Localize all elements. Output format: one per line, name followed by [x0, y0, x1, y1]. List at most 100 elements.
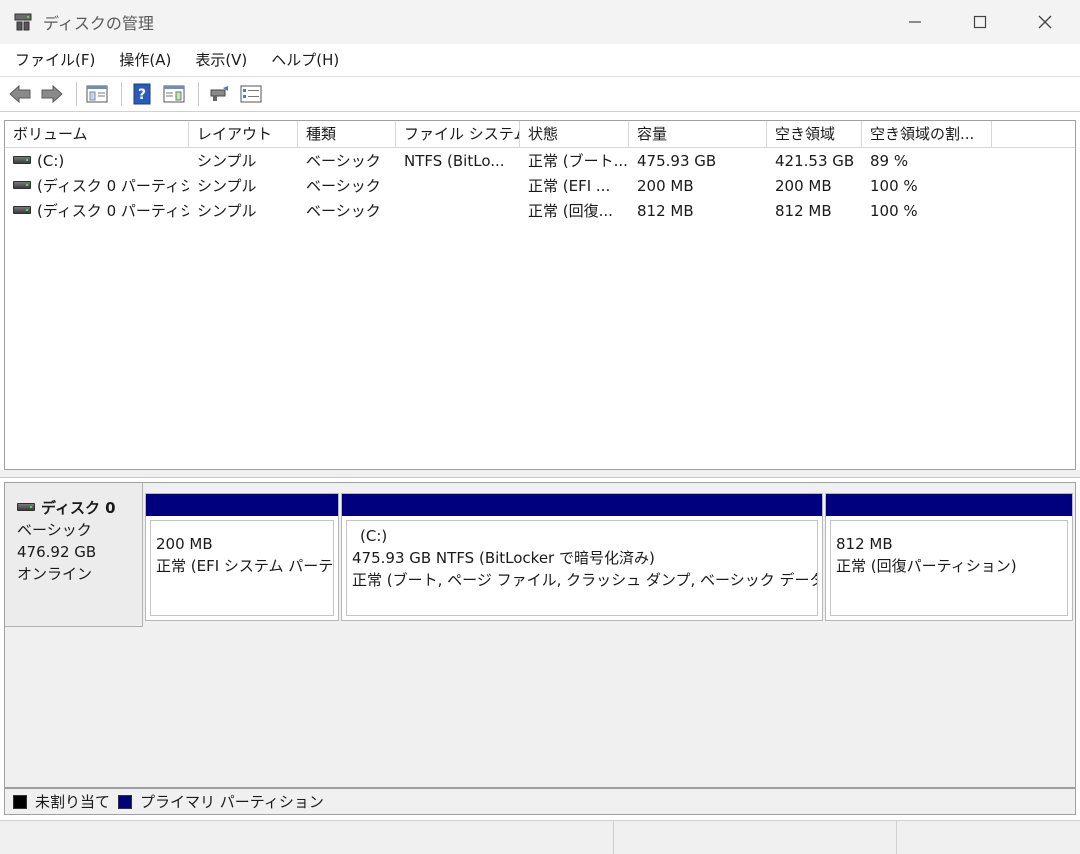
toolbar: ?	[0, 76, 1080, 112]
close-button[interactable]	[1012, 0, 1078, 44]
legend-label-primary: プライマリ パーティション	[140, 793, 324, 811]
cell-percent-free: 89 %	[870, 152, 909, 170]
partition-details: 812 MB 正常 (回復パーティション)	[830, 520, 1068, 616]
cell-volume: (C:)	[5, 149, 189, 174]
column-free-space[interactable]: 空き領域	[767, 121, 862, 147]
help-button[interactable]: ?	[128, 80, 156, 108]
minimize-button[interactable]	[882, 0, 948, 44]
partition-status: 正常 (回復パーティション)	[836, 557, 1017, 575]
properties-button[interactable]	[237, 80, 265, 108]
cell-free-space: 812 MB	[775, 202, 832, 220]
disk-status: オンライン	[17, 565, 93, 583]
partition-size: 812 MB	[836, 535, 893, 553]
legend: 未割り当て プライマリ パーティション	[4, 788, 1076, 815]
status-bar-separator	[896, 821, 897, 854]
status-bar	[0, 820, 1080, 854]
table-row[interactable]: (ディスク 0 パーティシ... シンプル ベーシック 正常 (EFI ... …	[5, 174, 1075, 199]
disk-size: 476.92 GB	[17, 543, 97, 561]
column-layout[interactable]: レイアウト	[189, 121, 298, 147]
forward-button[interactable]	[38, 80, 66, 108]
column-status[interactable]: 状態	[520, 121, 629, 147]
cell-file-system	[396, 199, 520, 224]
maximize-icon	[973, 15, 987, 29]
toolbar-separator	[76, 82, 77, 106]
drive-icon	[17, 502, 35, 511]
properties-icon	[240, 85, 262, 103]
column-file-system[interactable]: ファイル システム	[396, 121, 520, 147]
volume-list: ボリューム レイアウト 種類 ファイル システム 状態 容量 空き領域 空き領域…	[4, 120, 1076, 470]
close-icon	[1038, 15, 1052, 29]
partition-recovery[interactable]: 812 MB 正常 (回復パーティション)	[825, 493, 1073, 621]
minimize-icon	[909, 21, 921, 23]
cell-volume: (ディスク 0 パーティシ...	[5, 174, 189, 199]
disk-management-icon	[13, 11, 35, 33]
show-hide-console-tree-button[interactable]	[83, 80, 111, 108]
disk-name: ディスク 0	[41, 499, 116, 517]
cell-layout: シンプル	[197, 202, 257, 220]
cell-file-system: NTFS (BitLo...	[404, 152, 505, 170]
cell-free-space: 421.53 GB	[775, 152, 855, 170]
partition-bar	[342, 494, 822, 516]
menu-view[interactable]: 表示(V)	[186, 44, 256, 76]
partition-size: 475.93 GB NTFS (BitLocker で暗号化済み)	[352, 549, 655, 567]
cell-capacity: 812 MB	[637, 202, 694, 220]
table-row[interactable]: (ディスク 0 パーティシ... シンプル ベーシック 正常 (回復... 81…	[5, 199, 1075, 224]
cell-status: 正常 (回復...	[528, 202, 613, 220]
back-button[interactable]	[6, 80, 34, 108]
maximize-button[interactable]	[947, 0, 1013, 44]
show-hide-action-pane-button[interactable]	[160, 80, 188, 108]
partition-bar	[826, 494, 1072, 516]
window-title: ディスクの管理	[43, 14, 154, 33]
partition-c[interactable]: (C:) 475.93 GB NTFS (BitLocker で暗号化済み) 正…	[341, 493, 823, 621]
legend-swatch-primary	[118, 794, 133, 809]
volume-name: (ディスク 0 パーティシ...	[37, 177, 189, 195]
forward-arrow-icon	[41, 84, 63, 104]
volume-list-header: ボリューム レイアウト 種類 ファイル システム 状態 容量 空き領域 空き領域…	[5, 121, 1075, 148]
partition-status: 正常 (ブート, ページ ファイル, クラッシュ ダンプ, ベーシック データ …	[352, 571, 817, 589]
partition-bar	[146, 494, 338, 516]
legend-label-unallocated: 未割り当て	[35, 793, 111, 811]
connect-icon	[210, 86, 228, 101]
cell-volume: (ディスク 0 パーティシ...	[5, 199, 189, 224]
partition-efi[interactable]: 200 MB 正常 (EFI システム パーティ	[145, 493, 339, 621]
cell-status: 正常 (ブート...	[528, 152, 628, 170]
partition-details: 200 MB 正常 (EFI システム パーティ	[150, 520, 334, 616]
menu-file[interactable]: ファイル(F)	[6, 44, 104, 76]
toolbar-separator	[198, 82, 199, 106]
disk-graphical-view: ディスク 0 ベーシック 476.92 GB オンライン 200 MB 正常 (…	[4, 482, 1076, 788]
menu-help[interactable]: ヘルプ(H)	[262, 44, 348, 76]
cell-type: ベーシック	[306, 202, 381, 220]
cell-percent-free: 100 %	[870, 202, 918, 220]
cell-layout: シンプル	[197, 177, 257, 195]
cell-free-space: 200 MB	[775, 177, 832, 195]
cell-type: ベーシック	[306, 177, 381, 195]
drive-icon	[13, 155, 31, 164]
volume-name: (C:)	[37, 152, 65, 170]
title-bar: ディスクの管理	[0, 0, 1080, 44]
toolbar-separator	[121, 82, 122, 106]
cell-percent-free: 100 %	[870, 177, 918, 195]
help-icon: ?	[133, 83, 151, 105]
cell-layout: シンプル	[197, 152, 257, 170]
menu-bar: ファイル(F) 操作(A) 表示(V) ヘルプ(H)	[0, 44, 1080, 76]
partition-status: 正常 (EFI システム パーティ	[156, 557, 334, 575]
column-capacity[interactable]: 容量	[629, 121, 767, 147]
menu-action[interactable]: 操作(A)	[110, 44, 180, 76]
console-tree-icon	[86, 85, 108, 103]
partition-size: 200 MB	[156, 535, 213, 553]
legend-swatch-unallocated	[13, 794, 27, 809]
pane-splitter[interactable]	[0, 470, 1080, 478]
properties-pane-icon	[163, 85, 185, 103]
volume-name: (ディスク 0 パーティシ...	[37, 202, 189, 220]
partition-title: (C:)	[360, 527, 388, 545]
table-row[interactable]: (C:) シンプル ベーシック NTFS (BitLo... 正常 (ブート..…	[5, 149, 1075, 174]
disk-0-label[interactable]: ディスク 0 ベーシック 476.92 GB オンライン	[5, 483, 143, 627]
connect-button[interactable]	[205, 80, 233, 108]
status-bar-separator	[613, 821, 614, 854]
column-type[interactable]: 種類	[298, 121, 396, 147]
drive-icon	[13, 180, 31, 189]
cell-type: ベーシック	[306, 152, 381, 170]
disk-type: ベーシック	[17, 521, 92, 539]
column-volume[interactable]: ボリューム	[5, 121, 189, 147]
column-percent-free[interactable]: 空き領域の割...	[862, 121, 992, 147]
